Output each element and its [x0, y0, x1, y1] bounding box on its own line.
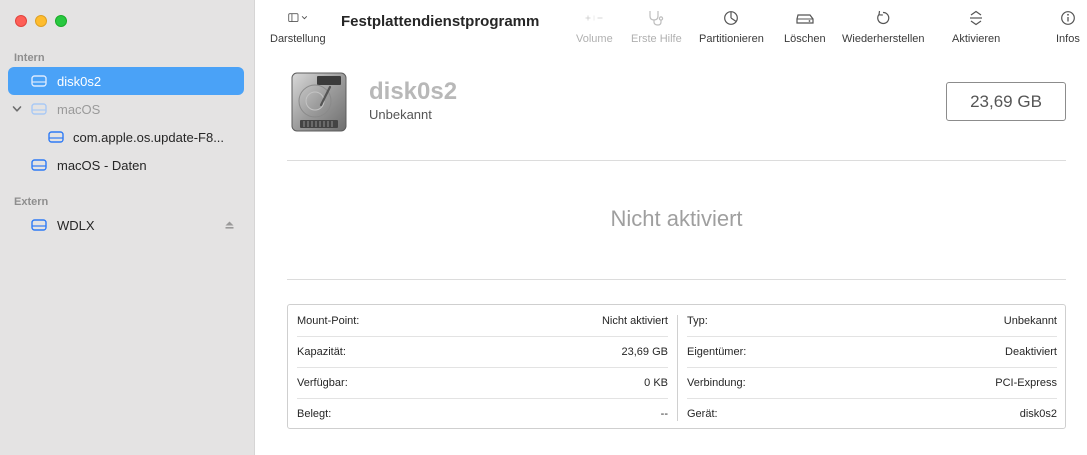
view-button-label: Darstellung [270, 33, 326, 45]
info-value: 23,69 GB [621, 346, 668, 358]
restore-button[interactable]: Wiederherstellen [842, 8, 925, 45]
mount-button-label: Aktivieren [952, 33, 1001, 45]
chevron-down-icon[interactable] [12, 104, 22, 114]
volume-button-label: Volume [576, 33, 613, 45]
volume-size-box: 23,69 GB [946, 82, 1066, 121]
partition-button[interactable]: Partitionieren [699, 8, 764, 45]
sidebar-item-macos-daten[interactable]: macOS - Daten [8, 151, 244, 179]
sidebar-view-icon [288, 8, 308, 28]
volume-disk-icon [31, 159, 47, 171]
info-row: Kapazität: 23,69 GB [297, 337, 668, 367]
sidebar: Intern disk0s2 macOS com.apple.os.update… [0, 0, 255, 455]
info-button-label: Infos [1056, 33, 1080, 45]
info-key: Verbindung: [687, 377, 746, 389]
info-value: Deaktiviert [1005, 346, 1057, 358]
erase-button-label: Löschen [784, 33, 826, 45]
toolbar: Darstellung Festplattendienstprogramm Vo… [255, 0, 1087, 56]
erase-drive-icon [795, 8, 815, 28]
divider [287, 279, 1066, 280]
sidebar-item-label: macOS - Daten [57, 157, 147, 173]
info-column-left: Mount-Point: Nicht aktiviert Kapazität: … [288, 305, 677, 428]
volume-info-table: Mount-Point: Nicht aktiviert Kapazität: … [287, 304, 1066, 429]
minimize-window-button[interactable] [35, 15, 47, 27]
sidebar-item-label: disk0s2 [57, 73, 102, 89]
volume-format: Unbekannt [369, 107, 432, 122]
container-disk-icon [31, 103, 47, 115]
divider [287, 160, 1066, 161]
volume-name: disk0s2 [369, 78, 458, 105]
info-row: Belegt: -- [297, 399, 668, 429]
erase-button[interactable]: Löschen [784, 8, 826, 45]
sidebar-section-intern: Intern [14, 52, 45, 64]
internal-disk-icon [31, 75, 47, 87]
first-aid-button-label: Erste Hilfe [631, 33, 682, 45]
view-button[interactable]: Darstellung [270, 8, 326, 45]
sidebar-item-wdlx[interactable]: WDLX [8, 211, 244, 239]
restore-button-label: Wiederherstellen [842, 33, 925, 45]
add-remove-volume-icon [584, 8, 604, 28]
info-value: PCI-Express [995, 377, 1057, 389]
pie-chart-icon [721, 8, 741, 28]
info-key: Eigentümer: [687, 346, 747, 358]
restore-arrow-icon [873, 8, 893, 28]
sidebar-item-macos[interactable]: macOS [8, 95, 244, 123]
info-row: Gerät: disk0s2 [687, 399, 1057, 429]
first-aid-button[interactable]: Erste Hilfe [631, 8, 682, 45]
info-value: Nicht aktiviert [601, 315, 668, 327]
partition-button-label: Partitionieren [699, 33, 764, 45]
info-row: Verfügbar: 0 KB [297, 368, 668, 398]
info-icon [1058, 8, 1078, 28]
mount-button[interactable]: Aktivieren [952, 8, 1000, 45]
info-value: Unbekannt [1003, 315, 1057, 327]
info-button[interactable]: Infos [1056, 8, 1080, 45]
eject-icon[interactable] [225, 221, 234, 229]
info-column-right: Typ: Unbekannt Eigentümer: Deaktiviert V… [678, 305, 1066, 428]
sidebar-section-extern: Extern [14, 196, 49, 208]
stethoscope-icon [646, 8, 666, 28]
window-controls [15, 15, 67, 27]
volume-disk-icon [48, 131, 64, 143]
info-key: Verfügbar: [297, 377, 348, 389]
sidebar-item-label: macOS [57, 101, 101, 117]
info-value: disk0s2 [1019, 408, 1057, 420]
info-key: Typ: [687, 315, 708, 327]
window-title: Festplattendienstprogramm [341, 13, 540, 30]
zoom-window-button[interactable] [55, 15, 67, 27]
mount-icon [966, 8, 986, 28]
sidebar-item-label: WDLX [57, 217, 95, 233]
info-row: Mount-Point: Nicht aktiviert [297, 306, 668, 336]
info-key: Gerät: [687, 408, 718, 420]
info-key: Kapazität: [297, 346, 346, 358]
external-disk-icon [31, 219, 47, 231]
info-value: 0 KB [644, 377, 668, 389]
info-row: Eigentümer: Deaktiviert [687, 337, 1057, 367]
info-value: -- [660, 408, 668, 420]
close-window-button[interactable] [15, 15, 27, 27]
volume-button[interactable]: Volume [576, 8, 613, 45]
hard-drive-icon [291, 72, 347, 132]
info-key: Belegt: [297, 408, 332, 420]
info-row: Verbindung: PCI-Express [687, 368, 1057, 398]
sidebar-item-update-volume[interactable]: com.apple.os.update-F8... [8, 123, 244, 151]
info-row: Typ: Unbekannt [687, 306, 1057, 336]
mount-status-text: Nicht aktiviert [610, 206, 743, 231]
sidebar-item-label: com.apple.os.update-F8... [73, 129, 225, 145]
sidebar-item-disk0s2[interactable]: disk0s2 [8, 67, 244, 95]
info-key: Mount-Point: [297, 315, 360, 327]
